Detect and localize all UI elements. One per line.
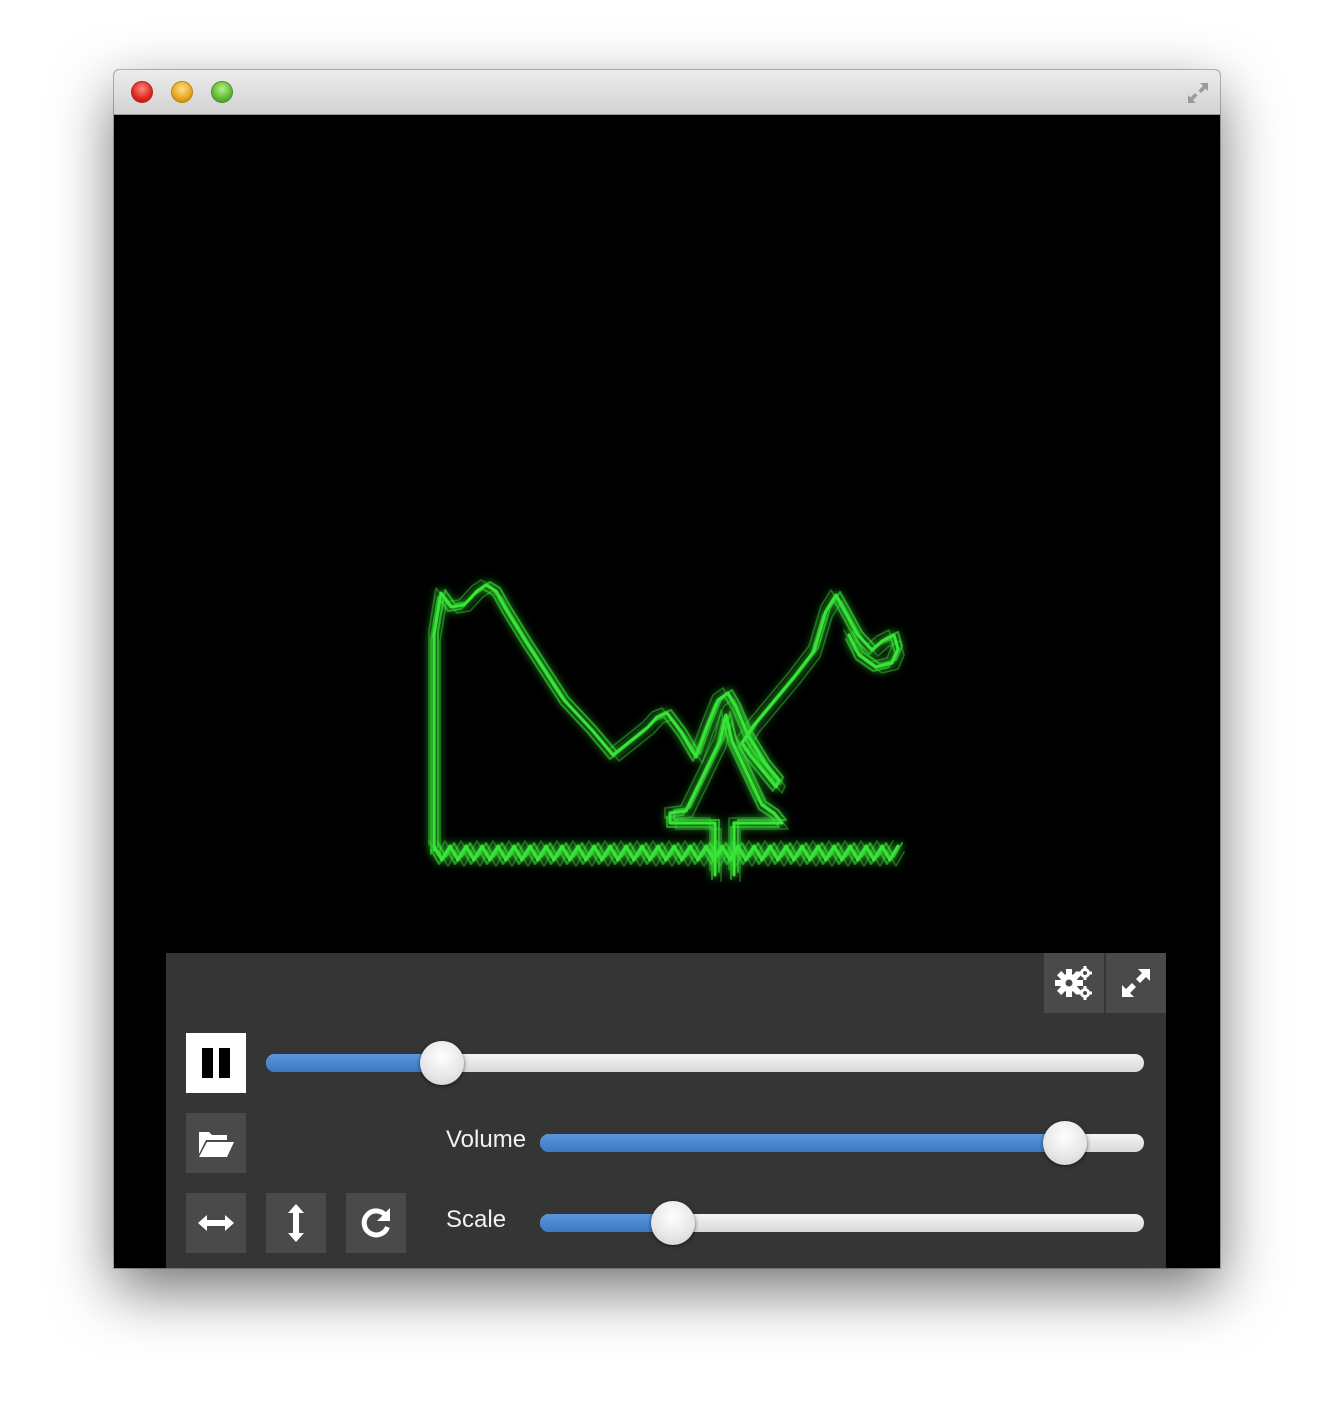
control-panel: Volume Scale [166,953,1166,1268]
rotate-icon [361,1208,390,1238]
vertical-arrows-icon [288,1204,304,1242]
fullscreen-button[interactable] [1106,953,1166,1013]
mountain-trace-2 [430,588,896,855]
flip-vertical-button[interactable] [266,1193,326,1253]
open-file-button[interactable] [186,1113,246,1173]
pause-icon [202,1048,230,1078]
position-slider-knob[interactable] [419,1041,464,1085]
position-slider[interactable] [266,1041,1144,1085]
app-window: Volume Scale [114,70,1220,1268]
zoom-button[interactable] [211,81,233,103]
volume-slider-knob[interactable] [1043,1121,1088,1165]
folder-open-icon [199,1132,234,1157]
expand-icon [1122,969,1150,997]
scale-label: Scale [446,1206,507,1233]
volume-label: Volume [446,1126,527,1153]
rotate-button[interactable] [346,1193,406,1253]
window-fullscreen-icon[interactable] [1184,79,1212,107]
volume-slider[interactable] [540,1121,1144,1165]
gears-icon [1055,966,1092,1000]
scale-slider[interactable] [540,1201,1144,1245]
title-bar [114,70,1220,115]
minimize-button[interactable] [171,81,193,103]
flip-horizontal-button[interactable] [186,1193,246,1253]
horizontal-arrows-icon [198,1215,234,1231]
scale-slider-knob[interactable] [650,1201,695,1245]
pause-button[interactable] [186,1033,246,1093]
oscilloscope-display: Volume Scale [114,115,1220,1268]
volume-slider-fill [540,1134,1066,1152]
mountain-trace-0 [432,583,900,852]
position-slider-fill [266,1054,442,1072]
settings-button[interactable] [1044,953,1104,1013]
close-button[interactable] [131,81,153,103]
